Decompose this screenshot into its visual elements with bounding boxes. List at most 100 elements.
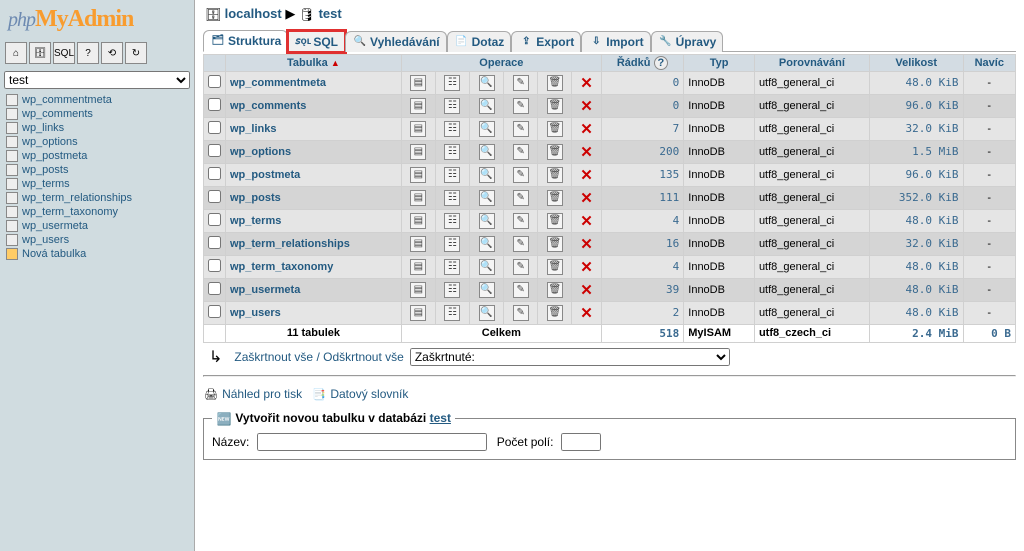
print-view-link[interactable]: Náhled pro tisk: [222, 387, 302, 401]
tree-item[interactable]: wp_postmeta: [4, 149, 190, 163]
tree-item[interactable]: wp_terms: [4, 177, 190, 191]
search-icon[interactable]: 🔍: [479, 190, 495, 206]
new-table-db-link[interactable]: test: [430, 411, 451, 425]
insert-icon[interactable]: ✎: [513, 75, 529, 91]
tab-sql[interactable]: 𝘴ǫʟSQL: [288, 31, 345, 52]
insert-icon[interactable]: ✎: [513, 121, 529, 137]
structure-icon[interactable]: ☷: [444, 305, 460, 321]
col-type[interactable]: Typ: [684, 54, 755, 71]
tab-structure[interactable]: 🗂Struktura: [203, 30, 288, 52]
insert-icon[interactable]: ✎: [513, 305, 529, 321]
col-rows[interactable]: Řádků ?: [601, 54, 683, 71]
search-icon[interactable]: 🔍: [479, 259, 495, 275]
drop-icon[interactable]: ✕: [580, 121, 593, 138]
structure-icon[interactable]: ☷: [444, 236, 460, 252]
search-icon[interactable]: 🔍: [479, 236, 495, 252]
search-icon[interactable]: 🔍: [479, 144, 495, 160]
drop-icon[interactable]: ✕: [580, 98, 593, 115]
toolbar-btn-5[interactable]: ↻: [125, 42, 147, 64]
structure-icon[interactable]: ☷: [444, 121, 460, 137]
row-table-link[interactable]: wp_posts: [230, 192, 281, 204]
breadcrumb-db[interactable]: test: [319, 6, 342, 21]
search-icon[interactable]: 🔍: [479, 121, 495, 137]
tab-import[interactable]: ⇩Import: [581, 31, 650, 52]
row-table-link[interactable]: wp_terms: [230, 215, 281, 227]
structure-icon[interactable]: ☷: [444, 259, 460, 275]
tree-item[interactable]: wp_usermeta: [4, 219, 190, 233]
row-checkbox[interactable]: [208, 282, 221, 295]
row-table-link[interactable]: wp_options: [230, 146, 291, 158]
structure-icon[interactable]: ☷: [444, 190, 460, 206]
browse-icon[interactable]: ▤: [410, 144, 426, 160]
empty-icon[interactable]: 🗑: [547, 282, 563, 298]
drop-icon[interactable]: ✕: [580, 75, 593, 92]
row-checkbox[interactable]: [208, 259, 221, 272]
tab-operations[interactable]: 🔧Úpravy: [651, 31, 724, 52]
row-checkbox[interactable]: [208, 144, 221, 157]
browse-icon[interactable]: ▤: [410, 282, 426, 298]
empty-icon[interactable]: 🗑: [547, 190, 563, 206]
drop-icon[interactable]: ✕: [580, 305, 593, 322]
insert-icon[interactable]: ✎: [513, 213, 529, 229]
browse-icon[interactable]: ▤: [410, 305, 426, 321]
drop-icon[interactable]: ✕: [580, 144, 593, 161]
row-checkbox[interactable]: [208, 75, 221, 88]
tree-item[interactable]: wp_term_taxonomy: [4, 205, 190, 219]
empty-icon[interactable]: 🗑: [547, 213, 563, 229]
row-table-link[interactable]: wp_comments: [230, 100, 306, 112]
breadcrumb-server[interactable]: localhost: [225, 6, 282, 21]
structure-icon[interactable]: ☷: [444, 75, 460, 91]
browse-icon[interactable]: ▤: [410, 75, 426, 91]
drop-icon[interactable]: ✕: [580, 236, 593, 253]
row-table-link[interactable]: wp_term_taxonomy: [230, 261, 333, 273]
tree-new-table[interactable]: Nová tabulka: [4, 247, 190, 261]
tree-item[interactable]: wp_commentmeta: [4, 93, 190, 107]
row-table-link[interactable]: wp_term_relationships: [230, 238, 350, 250]
tree-item[interactable]: wp_comments: [4, 107, 190, 121]
tree-item[interactable]: wp_options: [4, 135, 190, 149]
drop-icon[interactable]: ✕: [580, 259, 593, 276]
tree-item[interactable]: wp_users: [4, 233, 190, 247]
col-size[interactable]: Velikost: [869, 54, 963, 71]
bulk-action-select[interactable]: Zaškrtnuté:: [410, 348, 730, 366]
row-checkbox[interactable]: [208, 167, 221, 180]
search-icon[interactable]: 🔍: [479, 282, 495, 298]
structure-icon[interactable]: ☷: [444, 213, 460, 229]
row-table-link[interactable]: wp_usermeta: [230, 284, 300, 296]
data-dict-link[interactable]: Datový slovník: [330, 387, 408, 401]
col-table[interactable]: Tabulka ▲: [226, 54, 402, 71]
help-icon[interactable]: ?: [654, 56, 669, 70]
insert-icon[interactable]: ✎: [513, 144, 529, 160]
browse-icon[interactable]: ▤: [410, 236, 426, 252]
insert-icon[interactable]: ✎: [513, 190, 529, 206]
col-collation[interactable]: Porovnávání: [754, 54, 869, 71]
browse-icon[interactable]: ▤: [410, 213, 426, 229]
row-checkbox[interactable]: [208, 305, 221, 318]
browse-icon[interactable]: ▤: [410, 98, 426, 114]
empty-icon[interactable]: 🗑: [547, 305, 563, 321]
search-icon[interactable]: 🔍: [479, 75, 495, 91]
drop-icon[interactable]: ✕: [580, 282, 593, 299]
tree-item[interactable]: wp_links: [4, 121, 190, 135]
search-icon[interactable]: 🔍: [479, 305, 495, 321]
row-checkbox[interactable]: [208, 213, 221, 226]
empty-icon[interactable]: 🗑: [547, 236, 563, 252]
new-table-name-input[interactable]: [257, 433, 487, 451]
search-icon[interactable]: 🔍: [479, 98, 495, 114]
structure-icon[interactable]: ☷: [444, 167, 460, 183]
browse-icon[interactable]: ▤: [410, 259, 426, 275]
search-icon[interactable]: 🔍: [479, 167, 495, 183]
row-table-link[interactable]: wp_users: [230, 307, 281, 319]
insert-icon[interactable]: ✎: [513, 167, 529, 183]
insert-icon[interactable]: ✎: [513, 282, 529, 298]
structure-icon[interactable]: ☷: [444, 282, 460, 298]
drop-icon[interactable]: ✕: [580, 213, 593, 230]
database-select[interactable]: test: [4, 71, 190, 89]
row-checkbox[interactable]: [208, 190, 221, 203]
col-extra[interactable]: Navíc: [963, 54, 1015, 71]
toolbar-btn-2[interactable]: SQL: [53, 42, 75, 64]
toolbar-btn-4[interactable]: ⟲: [101, 42, 123, 64]
drop-icon[interactable]: ✕: [580, 190, 593, 207]
insert-icon[interactable]: ✎: [513, 98, 529, 114]
browse-icon[interactable]: ▤: [410, 190, 426, 206]
